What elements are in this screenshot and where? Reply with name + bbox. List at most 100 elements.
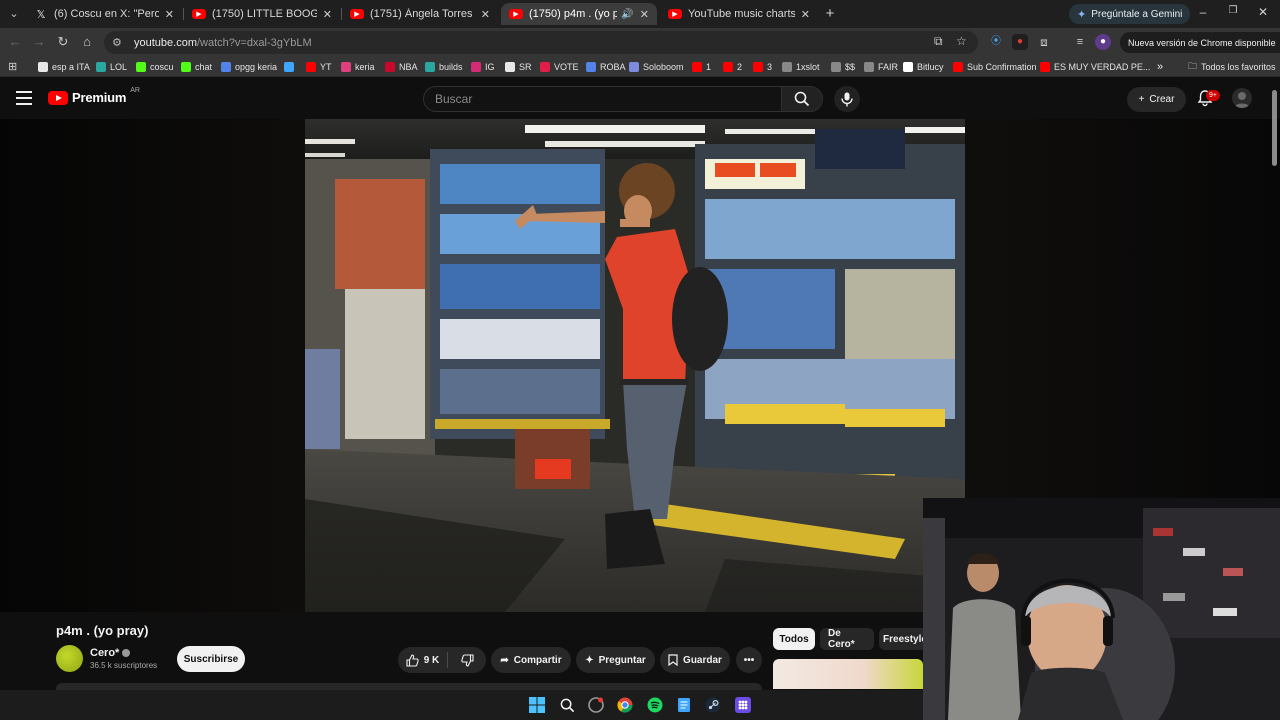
create-label: Crear <box>1149 94 1175 105</box>
app-grid-taskbar-icon[interactable] <box>734 696 752 714</box>
tab-angela-torres[interactable]: ▶ (1751) Ángela Torres - torpe (O ✕ <box>342 3 498 25</box>
bookmark-item[interactable]: Bitlucy <box>903 60 944 74</box>
bookmark-item[interactable]: FAIR <box>864 60 898 74</box>
close-icon[interactable]: ✕ <box>481 8 490 21</box>
share-button[interactable]: ➦ Compartir <box>491 647 571 673</box>
video-player[interactable] <box>305 119 965 612</box>
address-bar[interactable]: ⚙ youtube.com/watch?v=dxal-3gYbLM ⧉ ☆ <box>104 31 978 54</box>
bookmark-item[interactable]: esp a ITA <box>38 60 90 74</box>
bookmark-item[interactable]: opgg keria <box>221 60 277 74</box>
bookmark-item[interactable]: ES MUY VERDAD PE... <box>1040 60 1150 74</box>
bookmark-item[interactable] <box>284 60 298 74</box>
more-actions-button[interactable]: ••• <box>736 647 762 673</box>
channel-avatar[interactable] <box>56 645 83 672</box>
home-icon[interactable]: ⌂ <box>78 33 96 51</box>
tab-p4m-active[interactable]: ▶ (1750) p4m . (yo pray) - You 🔊 ✕ <box>501 3 657 25</box>
tab-youtube-charts[interactable]: ▶ YouTube music charts: Argentin ✕ <box>660 3 818 25</box>
create-button[interactable]: + Crear <box>1127 87 1186 112</box>
close-icon[interactable]: ✕ <box>640 8 649 21</box>
bookmark-item[interactable]: 3 <box>753 60 772 74</box>
reload-icon[interactable]: ↻ <box>54 33 72 51</box>
profile-avatar[interactable]: ● <box>1095 34 1111 50</box>
bookmark-star-icon[interactable]: ☆ <box>956 34 967 48</box>
bookmark-item[interactable]: keria <box>341 60 375 74</box>
bookmark-item[interactable]: VOTE <box>540 60 579 74</box>
windows-start-icon[interactable] <box>528 696 546 714</box>
dislike-button[interactable] <box>448 647 486 673</box>
bookmark-item[interactable]: 1 <box>692 60 711 74</box>
notification-badge: 9+ <box>1206 90 1220 101</box>
spotify-taskbar-icon[interactable] <box>646 696 664 714</box>
minimize-icon[interactable]: – <box>1194 5 1212 19</box>
bookmark-item[interactable]: LOL <box>96 60 127 74</box>
search-input[interactable]: Buscar <box>423 86 781 112</box>
reading-list-icon[interactable]: ≡ <box>1072 34 1088 50</box>
bookmark-item[interactable]: $$ <box>831 60 855 74</box>
bookmark-item[interactable]: NBA <box>385 60 418 74</box>
all-bookmarks-folder[interactable]: 🗀 Todos los favoritos <box>1188 60 1276 74</box>
chip-todos[interactable]: Todos <box>773 628 815 650</box>
steam-taskbar-icon[interactable] <box>704 696 722 714</box>
bookmark-label: coscu <box>150 62 174 72</box>
folder-icon: 🗀 <box>1188 61 1198 71</box>
chrome-taskbar-icon[interactable] <box>616 696 634 714</box>
subscribe-button[interactable]: Suscribirse <box>177 646 245 672</box>
account-avatar[interactable] <box>1232 88 1252 108</box>
back-icon[interactable]: ← <box>6 33 24 51</box>
bookmark-label: VOTE <box>554 62 579 72</box>
search-button[interactable] <box>781 86 823 112</box>
bookmark-item[interactable]: coscu <box>136 60 174 74</box>
bookmark-item[interactable]: SR <box>505 60 532 74</box>
bookmark-item[interactable]: YT <box>306 60 332 74</box>
close-icon[interactable]: ✕ <box>323 8 332 21</box>
more-bookmarks-icon[interactable]: » <box>1157 60 1163 74</box>
page-scrollbar[interactable] <box>1272 90 1277 166</box>
ask-label: Preguntar <box>598 654 646 666</box>
bookmark-item[interactable]: IG <box>471 60 495 74</box>
close-window-icon[interactable]: ✕ <box>1254 5 1272 19</box>
tab-coscu-x[interactable]: 𝕏 (6) Coscu en X: "Pero me quería ✕ <box>26 3 182 25</box>
bookmark-item[interactable]: builds <box>425 60 463 74</box>
apps-grid-icon[interactable]: ⊞ <box>8 60 17 73</box>
forward-icon[interactable]: → <box>30 33 48 51</box>
like-button[interactable]: 9 K <box>398 647 447 673</box>
taskbar-app-icon[interactable] <box>587 696 605 714</box>
gemini-button[interactable]: ✦ Pregúntale a Gemini <box>1069 4 1191 24</box>
steam-icon <box>705 697 721 713</box>
extension-red-icon[interactable]: ● <box>1012 34 1028 50</box>
channel-name: Cero* <box>90 647 120 659</box>
speaker-icon[interactable]: 🔊 <box>621 9 633 20</box>
cast-icon[interactable]: ⧉ <box>934 34 943 49</box>
taskbar-search-icon[interactable] <box>558 696 576 714</box>
channel-name-link[interactable]: Cero* <box>90 647 131 659</box>
chrome-icon <box>617 697 633 713</box>
related-video-thumbnail[interactable] <box>773 659 923 689</box>
bookmark-favicon-icon <box>284 62 294 72</box>
chip-de-cero[interactable]: De Cero* <box>820 628 874 650</box>
close-icon[interactable]: ✕ <box>165 8 174 21</box>
tab-search-dropdown-icon[interactable]: ⌄ <box>6 6 22 22</box>
new-tab-button[interactable]: + <box>822 5 838 22</box>
url-path: /watch?v=dxal-3gYbLM <box>196 36 312 49</box>
bookmark-item[interactable]: chat <box>181 60 212 74</box>
youtube-premium-logo[interactable]: Premium AR <box>48 87 140 105</box>
menu-hamburger-icon[interactable] <box>16 91 32 105</box>
notepad-taskbar-icon[interactable] <box>675 696 693 714</box>
chrome-update-button[interactable]: Nueva versión de Chrome disponible ⋮ <box>1120 32 1280 53</box>
bookmark-item[interactable]: Sub Confirmation <box>953 60 1037 74</box>
site-info-icon[interactable]: ⚙ <box>112 36 126 49</box>
bookmark-item[interactable]: 1xslot <box>782 60 820 74</box>
extensions-puzzle-icon[interactable]: ⧈ <box>1036 34 1052 50</box>
bookmark-item[interactable]: Soloboom <box>629 60 684 74</box>
extension-icon[interactable]: ⦿ <box>988 34 1004 50</box>
ask-button[interactable]: ✦ Preguntar <box>576 647 655 673</box>
bookmark-item[interactable]: 2 <box>723 60 742 74</box>
tab-little-boogie[interactable]: ▶ (1750) LITTLE BOOGIE & POST ✕ <box>184 3 340 25</box>
webcam-frame-image <box>923 498 1280 720</box>
close-icon[interactable]: ✕ <box>801 8 810 21</box>
gemini-spark-icon: ✦ <box>1077 8 1087 21</box>
save-button[interactable]: Guardar <box>660 647 730 673</box>
restore-icon[interactable]: ❐ <box>1224 5 1242 16</box>
bookmark-item[interactable]: ROBA <box>586 60 626 74</box>
voice-search-button[interactable] <box>834 86 860 112</box>
